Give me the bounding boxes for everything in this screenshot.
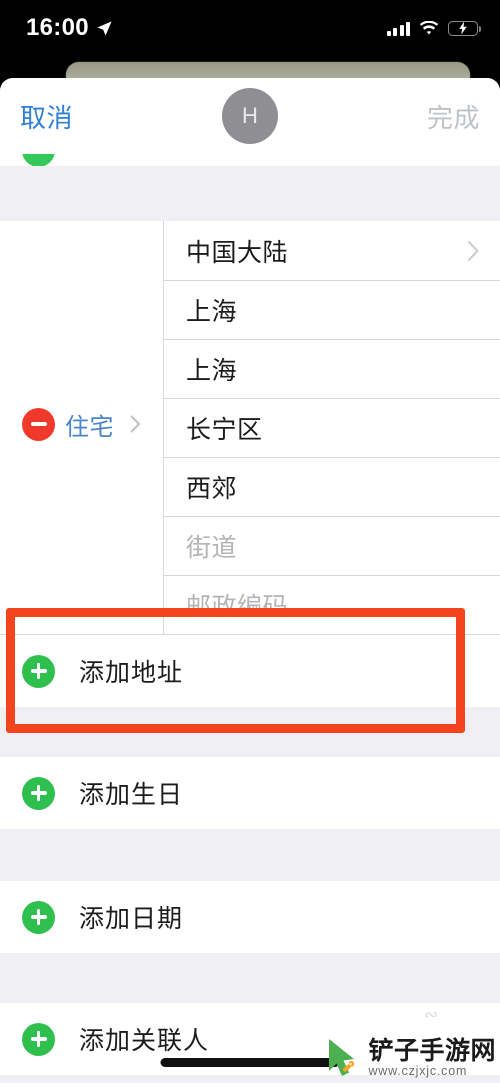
add-birthday-label: 添加生日 — [79, 781, 184, 809]
plus-circle-icon[interactable] — [22, 1022, 55, 1056]
plus-circle-icon[interactable] — [22, 654, 55, 688]
cursor-arrow-icon — [329, 1039, 355, 1076]
chevron-right-icon — [468, 240, 479, 261]
status-bar-left: 16:00 — [26, 14, 113, 42]
wifi-icon — [419, 20, 439, 34]
chevron-right-icon — [130, 415, 141, 433]
section-gap — [0, 166, 500, 221]
field-value: 上海 — [186, 298, 238, 326]
address-field-street[interactable]: 街道 — [164, 516, 500, 575]
add-address-row[interactable]: 添加地址 — [0, 635, 500, 707]
cellular-signal-icon — [386, 21, 410, 36]
address-field-province[interactable]: 上海 — [164, 280, 500, 339]
address-fields-column: 中国大陆 上海 上海 长宁区 西郊 街道 邮政编码 — [163, 221, 500, 634]
watermark-faint-mark: ∾ — [423, 1005, 438, 1024]
clipped-add-row-above[interactable] — [0, 154, 500, 166]
watermark-url: www.czjxjc.com — [368, 1063, 468, 1078]
add-date-row[interactable]: 添加日期 — [0, 881, 500, 953]
watermark-text: 铲子手游网 www.czjxjc.com — [368, 1038, 496, 1077]
add-address-label: 添加地址 — [79, 659, 184, 687]
avatar[interactable]: H — [222, 88, 278, 144]
location-arrow-icon — [97, 20, 112, 36]
address-field-district[interactable]: 长宁区 — [164, 398, 500, 457]
address-field-town[interactable]: 西郊 — [164, 457, 500, 516]
address-field-country[interactable]: 中国大陆 — [164, 221, 500, 280]
plus-circle-icon[interactable] — [22, 900, 55, 934]
minus-circle-icon[interactable] — [22, 407, 55, 441]
status-bar-right — [386, 20, 481, 36]
add-birthday-row[interactable]: 添加生日 — [0, 757, 500, 829]
section-gap — [0, 953, 500, 1003]
battery-charging-icon — [448, 20, 481, 36]
section-gap — [0, 707, 500, 757]
address-type-label[interactable]: 住宅 — [65, 407, 114, 442]
address-label-column: 住宅 — [0, 221, 163, 634]
lightning-bolt-icon — [459, 21, 467, 35]
form-scroll-area[interactable]: 住宅 中国大陆 上海 上海 长宁区 西郊 街道 邮政编码 添加地址 添加生日 添… — [0, 154, 500, 1083]
watermark-title: 铲子手游网 — [368, 1037, 496, 1066]
field-placeholder: 邮政编码 — [186, 593, 289, 621]
field-value: 中国大陆 — [186, 238, 289, 267]
address-field-city[interactable]: 上海 — [164, 339, 500, 398]
edit-contact-sheet: 取消 H 完成 住宅 中国大陆 上海 上海 长宁区 西郊 街道 邮政编码 添加地… — [0, 78, 500, 1083]
field-value: 西郊 — [186, 475, 238, 503]
address-type-row[interactable]: 住宅 — [0, 402, 163, 446]
add-date-label: 添加日期 — [79, 905, 184, 933]
address-field-postal-code[interactable]: 邮政编码 — [164, 575, 500, 634]
status-bar: 16:00 — [0, 0, 500, 56]
section-gap — [0, 829, 500, 881]
add-related-person-label: 添加关联人 — [79, 1027, 210, 1055]
home-indicator[interactable] — [160, 1058, 340, 1067]
plus-circle-icon[interactable] — [22, 776, 55, 810]
plus-circle-icon[interactable] — [22, 154, 55, 166]
field-placeholder: 街道 — [186, 534, 238, 562]
done-button[interactable]: 完成 — [427, 98, 480, 135]
field-value: 上海 — [186, 357, 238, 385]
watermark: 铲子手游网 www.czjxjc.com — [323, 1037, 496, 1079]
address-block: 住宅 中国大陆 上海 上海 长宁区 西郊 街道 邮政编码 — [0, 221, 500, 634]
field-value: 长宁区 — [186, 416, 263, 444]
cancel-button[interactable]: 取消 — [20, 98, 73, 135]
phone-screen: 16:00 取消 H 完成 住宅 中国大陆 上海 上海 长宁区 西郊 街道 邮政… — [0, 0, 500, 1083]
status-bar-clock: 16:00 — [26, 14, 89, 41]
navigation-bar: 取消 H 完成 — [0, 78, 500, 154]
